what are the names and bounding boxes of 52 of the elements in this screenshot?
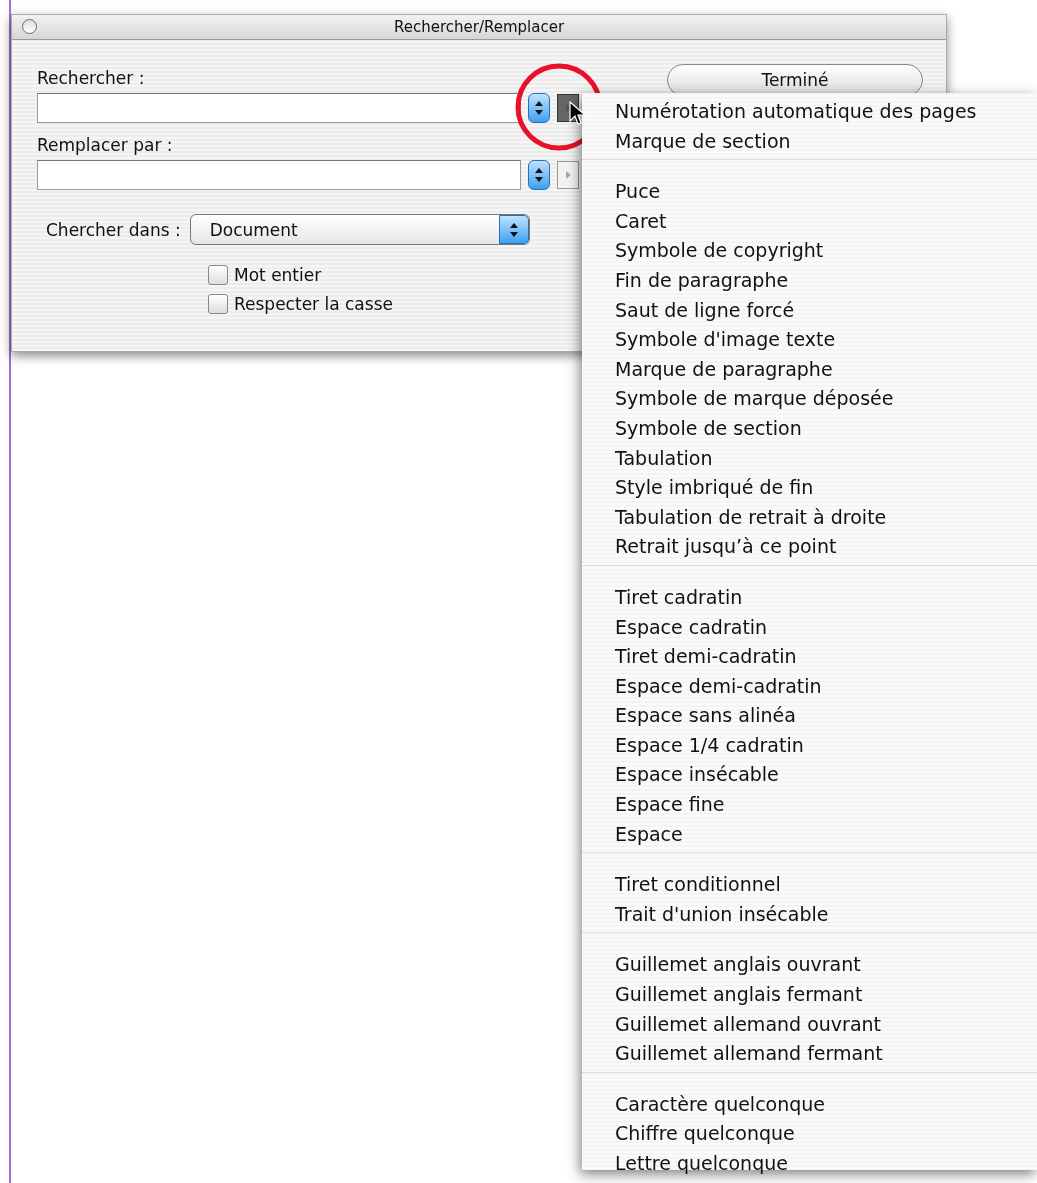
menu-item[interactable]: Espace cadratin — [582, 612, 1037, 643]
menu-item[interactable]: Retrait jusqu’à ce point — [582, 532, 1037, 562]
menu-item[interactable]: Tabulation — [582, 443, 1037, 474]
checkbox[interactable] — [208, 294, 228, 314]
triangle-icon — [564, 170, 572, 180]
menu-item[interactable]: Espace — [582, 819, 1037, 850]
menu-item[interactable]: Tabulation de retrait à droite — [582, 502, 1037, 533]
menu-item[interactable]: Guillemet allemand fermant — [582, 1039, 1037, 1069]
menu-item[interactable]: Tiret cadratin — [582, 582, 1037, 613]
menu-item[interactable]: Marque de section — [582, 126, 1037, 157]
menu-item[interactable]: Espace fine — [582, 790, 1037, 820]
checkbox-label: Respecter la casse — [234, 294, 393, 314]
done-button[interactable]: Terminé — [667, 64, 923, 96]
history-stepper-button[interactable] — [528, 93, 550, 123]
menu-item[interactable]: Symbole de copyright — [582, 236, 1037, 266]
menu-item[interactable]: Caret — [582, 206, 1037, 237]
menu-item[interactable]: Symbole d'image texte — [582, 325, 1037, 355]
menu-item[interactable]: Symbole de section — [582, 413, 1037, 444]
checkbox-label: Mot entier — [234, 265, 322, 285]
menu-item[interactable]: Saut de ligne forcé — [582, 295, 1037, 326]
input-field[interactable] — [37, 93, 521, 123]
field-label: Remplacer par : — [37, 135, 174, 157]
input-field[interactable] — [37, 160, 521, 190]
menu-item[interactable]: Espace 1/4 cadratin — [582, 730, 1037, 761]
search-in-label: Chercher dans : — [46, 219, 181, 240]
history-stepper-button[interactable] — [528, 160, 550, 190]
window-title: Rechercher/Remplacer — [393, 18, 565, 36]
menu-item[interactable]: Style imbriqué de fin — [582, 473, 1037, 503]
menu-item[interactable]: Symbole de marque déposée — [582, 384, 1037, 414]
close-button[interactable] — [22, 19, 37, 34]
menu-item[interactable]: Espace demi-cadratin — [582, 671, 1037, 702]
menu-item[interactable]: Guillemet allemand ouvrant — [582, 1009, 1037, 1040]
menu-item[interactable]: Fin de paragraphe — [582, 265, 1037, 296]
menu-item[interactable]: Tiret demi-cadratin — [582, 642, 1037, 672]
field-label: Rechercher : — [37, 68, 146, 90]
menu-item[interactable]: Guillemet anglais fermant — [582, 980, 1037, 1010]
menu-item[interactable]: Marque de paragraphe — [582, 354, 1037, 385]
checkbox[interactable] — [208, 265, 228, 285]
menu-item[interactable]: Chiffre quelconque — [582, 1119, 1037, 1149]
search-in-dropdown[interactable]: Document — [189, 214, 530, 245]
pointer-icon — [569, 101, 587, 127]
up-down-arrows-icon — [534, 166, 544, 184]
menu-item[interactable]: Espace sans alinéa — [582, 701, 1037, 731]
up-down-arrows-icon — [534, 99, 544, 117]
menu-item[interactable]: Lettre quelconque — [582, 1149, 1037, 1179]
menu-item[interactable]: Puce — [582, 177, 1037, 207]
menu-item[interactable]: Espace insécable — [582, 760, 1037, 791]
menu-item[interactable]: Caractère quelconque — [582, 1089, 1037, 1120]
menu-item[interactable]: Guillemet anglais ouvrant — [582, 950, 1037, 981]
menu-item[interactable]: Trait d'union insécable — [582, 899, 1037, 930]
menu-item[interactable]: Tiret conditionnel — [582, 870, 1037, 900]
triangle-icon — [564, 103, 572, 113]
